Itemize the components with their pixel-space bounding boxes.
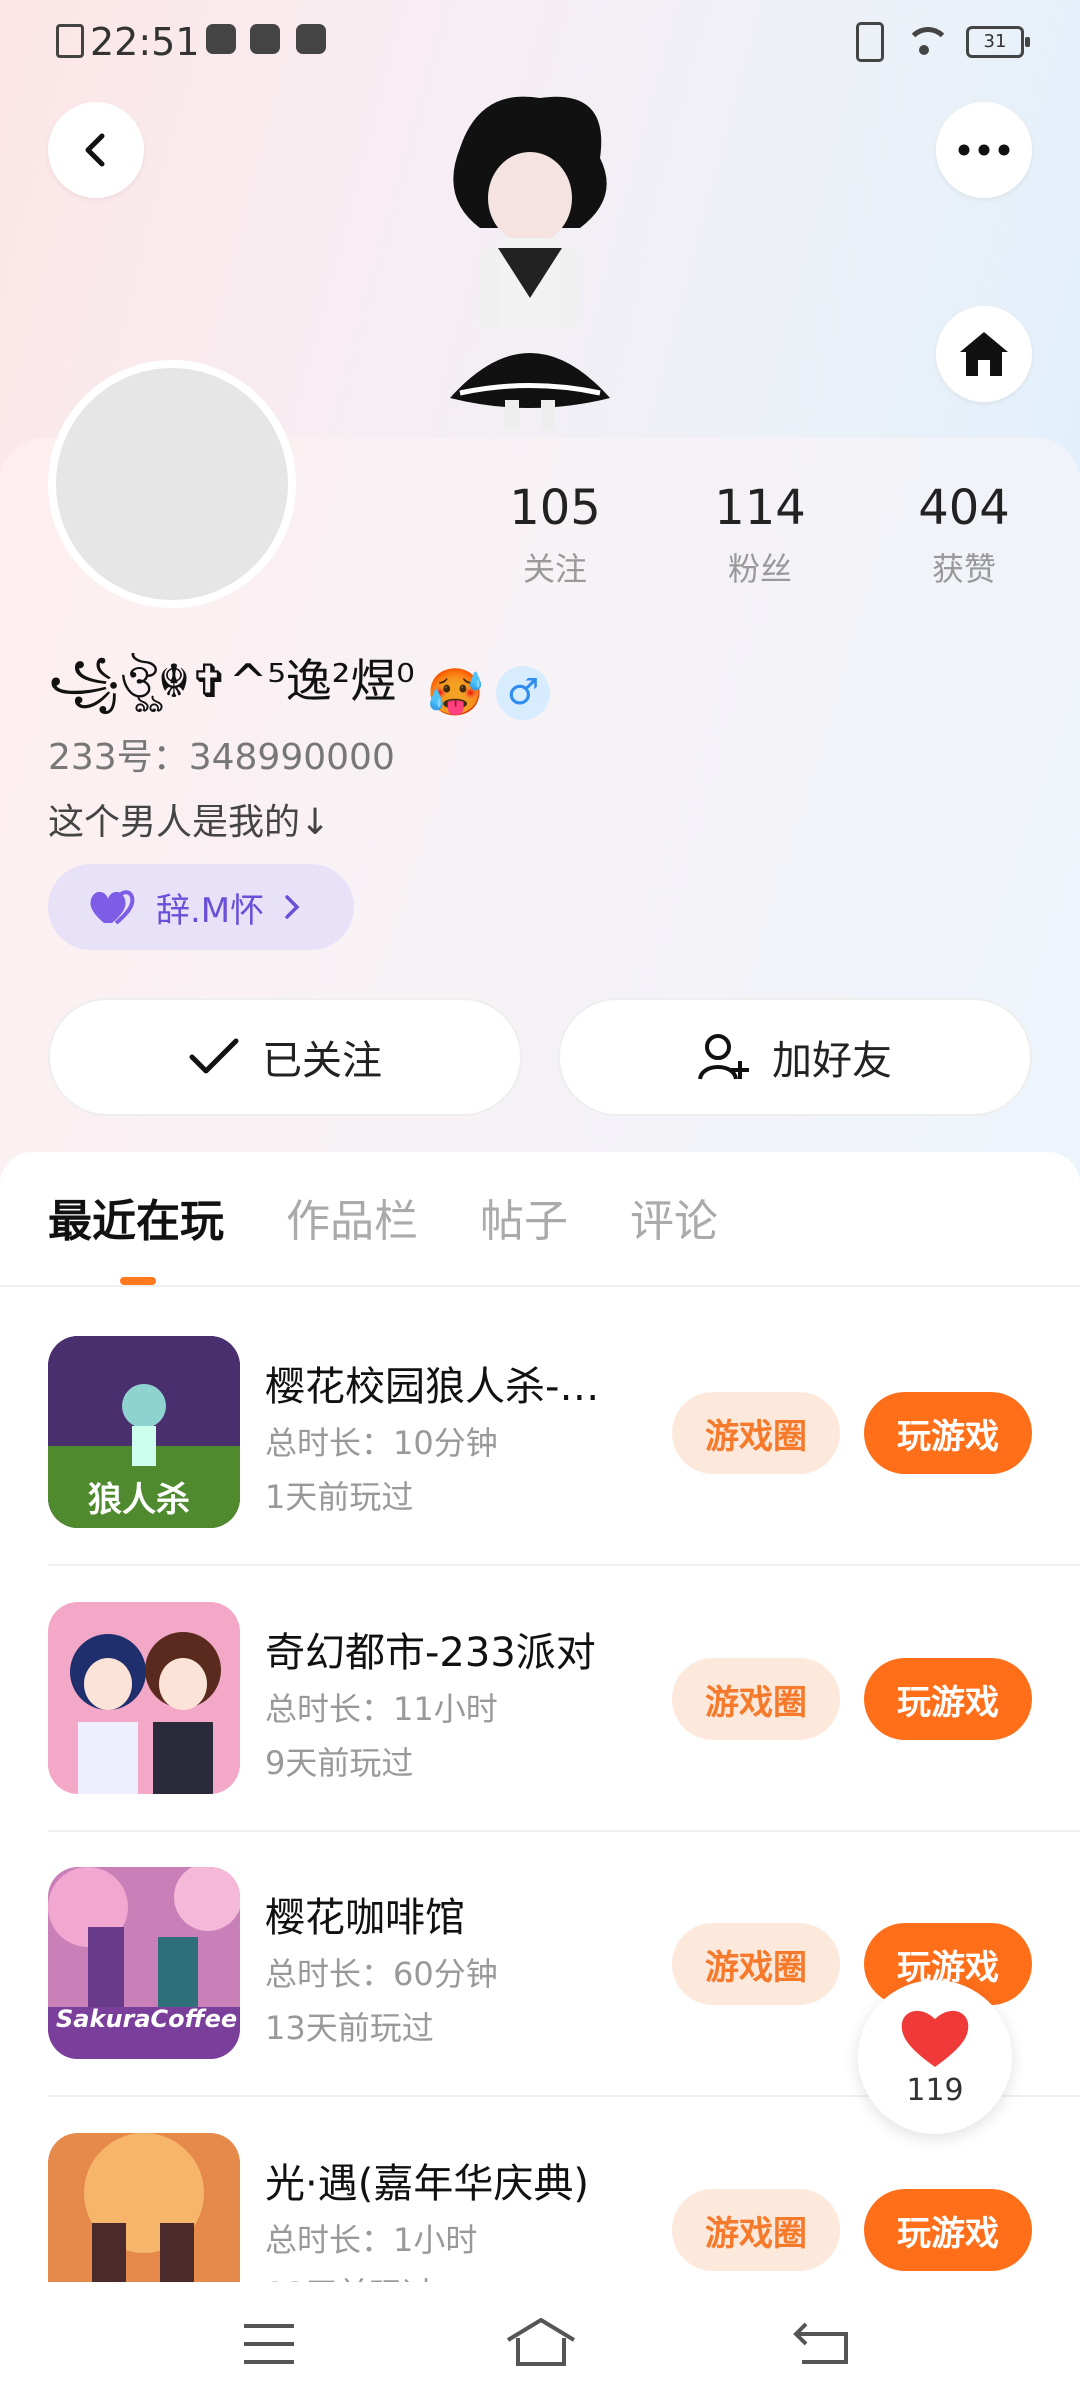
tab-recently-played[interactable]: 最近在玩 [48,1185,224,1249]
home-nav-icon[interactable] [506,2318,576,2368]
play-game-button[interactable]: 玩游戏 [864,1658,1032,1740]
cp-chip-label: 辞.M怀 [156,890,265,931]
nickname-emoji: 🥵 [426,665,484,719]
more-icon [958,144,1010,156]
like-floating-button[interactable]: 119 [858,1980,1012,2134]
check-icon [189,1038,239,1074]
row-divider [48,1564,1080,1566]
profile-stats: 105 关注 114 粉丝 404 获赞 [320,480,1080,600]
game-list-item[interactable]: 狼人杀 樱花校园狼人杀-… 总时长：10分钟 1天前玩过 游戏圈 玩游戏 [0,1336,1080,1601]
nickname-row: ꧁ঔৣ☬✞^⁵逸²煜⁰ 🥵 ♂ [48,645,550,740]
play-notification-icon [250,24,280,54]
app-notification-icon [296,24,326,54]
game-list-item[interactable]: 光·遇(嘉年华庆典) 总时长：1小时 13天前玩过 游戏圈 玩游戏 [0,2133,1080,2282]
avatar-character-image [450,96,610,430]
home-icon [960,332,1008,376]
game-title: 樱花校园狼人杀-… [265,1364,600,1410]
stat-likes-count: 404 [918,480,1010,536]
game-thumbnail: SakuraCoffee [48,1867,240,2059]
game-circle-button[interactable]: 游戏圈 [672,1923,840,2005]
stat-following-label: 关注 [522,550,587,588]
game-title: 光·遇(嘉年华庆典) [265,2161,589,2207]
avatar[interactable] [48,360,296,608]
chevron-right-icon [285,895,300,919]
back-nav-icon[interactable] [792,2320,852,2366]
add-friend-button-label: 加好友 [772,1038,892,1084]
cp-relationship-chip[interactable]: 辞.M怀 [48,864,354,950]
stat-followers-count: 114 [714,480,806,536]
tab-divider [0,1285,1080,1287]
game-title: 奇幻都市-233派对 [265,1630,596,1676]
game-thumbnail-caption: SakuraCoffee [56,2005,238,2033]
row-divider [48,1830,1080,1832]
play-game-button[interactable]: 玩游戏 [864,1392,1032,1474]
game-last-played: 13天前玩过 [265,2269,434,2282]
profile-tabs: 最近在玩 作品栏 帖子 评论 [48,1185,718,1249]
add-friend-button[interactable]: 加好友 [558,998,1032,1116]
game-circle-button[interactable]: 游戏圈 [672,1392,840,1474]
game-duration: 总时长：10分钟 [265,1424,498,1462]
stat-likes[interactable]: 404 获赞 [884,480,1044,590]
wifi-icon [906,27,944,57]
status-time: 22:51 [90,20,200,64]
active-tab-indicator [120,1277,156,1285]
vibrate-icon [856,22,884,62]
game-thumbnail [48,1602,240,1794]
game-circle-button[interactable]: 游戏圈 [672,2189,840,2271]
game-thumbnail-caption: 狼人杀 [88,1480,190,1520]
notification-icon [206,24,236,54]
double-heart-icon [90,890,135,925]
game-duration: 总时长：60分钟 [265,1955,498,1993]
game-last-played: 1天前玩过 [265,1478,414,1516]
chevron-left-icon [85,133,105,167]
follow-button[interactable]: 已关注 [48,998,522,1116]
stat-following[interactable]: 105 关注 [475,480,635,590]
tab-comments[interactable]: 评论 [630,1185,718,1249]
sim-icon [56,24,84,58]
tab-works[interactable]: 作品栏 [286,1185,418,1249]
status-bar: 22:51 31 [0,18,1080,74]
game-list-item[interactable]: 奇幻都市-233派对 总时长：11小时 9天前玩过 游戏圈 玩游戏 [0,1602,1080,1867]
game-last-played: 9天前玩过 [265,1744,414,1782]
stat-following-count: 105 [509,480,601,536]
add-user-icon [698,1034,749,1080]
game-last-played: 13天前玩过 [265,2009,434,2047]
game-duration: 总时长：1小时 [265,2221,478,2259]
game-thumbnail: 狼人杀 [48,1336,240,1528]
user-id: 233号：348990000 [48,737,395,778]
game-duration: 总时长：11小时 [265,1690,498,1728]
game-circle-button[interactable]: 游戏圈 [672,1658,840,1740]
battery-icon: 31 [966,26,1030,58]
like-count: 119 [906,2072,964,2108]
tab-posts[interactable]: 帖子 [480,1185,568,1249]
game-title: 樱花咖啡馆 [265,1895,465,1941]
system-navigation-bar [0,2282,1080,2408]
nickname: ꧁ঔৣ☬✞^⁵逸²煜⁰ [48,654,415,708]
stat-likes-label: 获赞 [931,550,996,588]
male-gender-icon: ♂ [495,665,550,720]
heart-icon [901,2010,969,2067]
user-bio: 这个男人是我的↓ [48,802,331,843]
more-button[interactable] [936,102,1032,198]
follow-button-label: 已关注 [262,1038,382,1084]
stat-followers[interactable]: 114 粉丝 [680,480,840,590]
menu-icon[interactable] [242,2322,296,2366]
stat-followers-label: 粉丝 [727,550,792,588]
game-thumbnail [48,2133,240,2282]
play-game-button[interactable]: 玩游戏 [864,2189,1032,2271]
home-button[interactable] [936,306,1032,402]
back-button[interactable] [48,102,144,198]
